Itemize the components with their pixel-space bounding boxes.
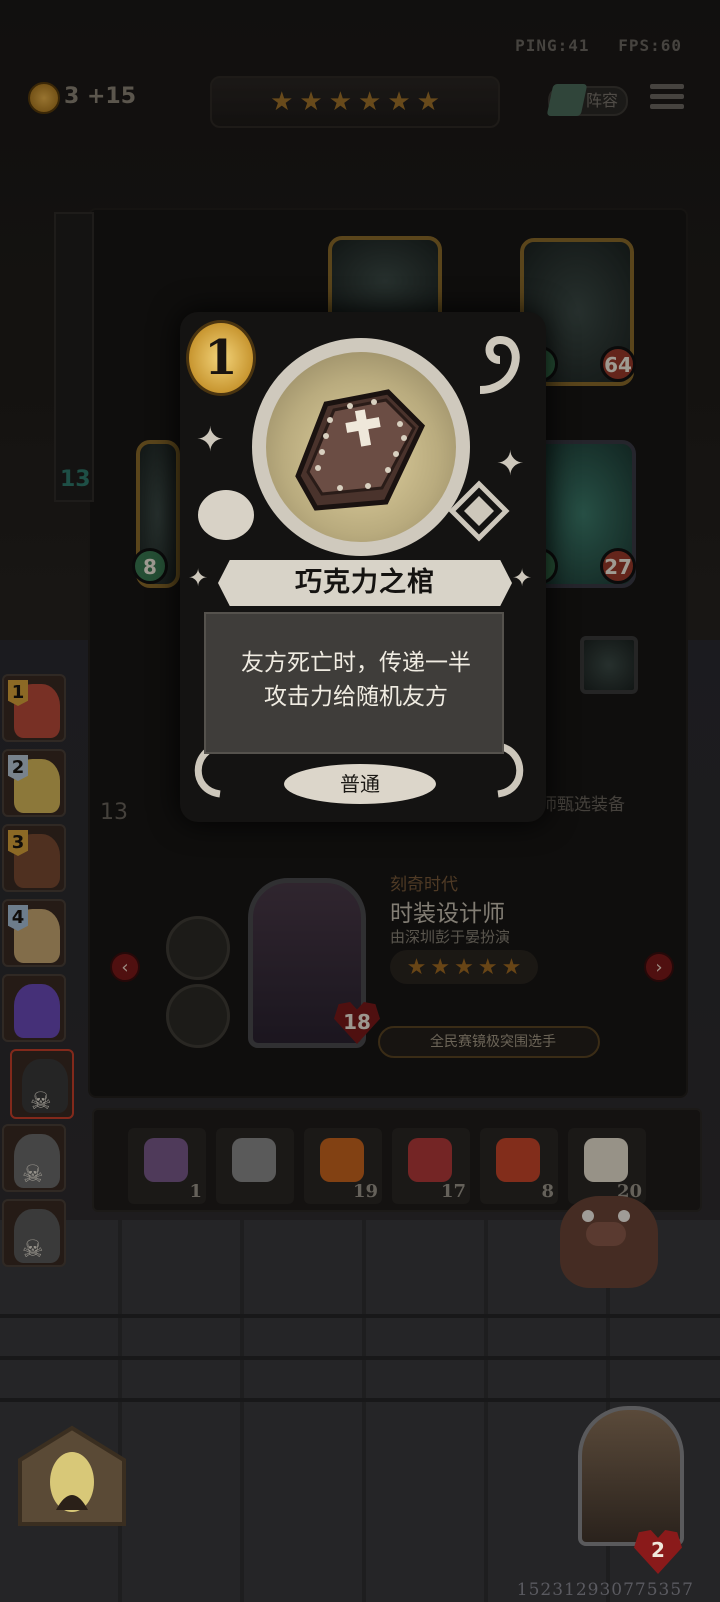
sparkle-icon: ✦ [196,420,225,460]
trinket-description: 友方死亡时，传递一半 攻击力给随机友方 [206,646,506,714]
description-line-2: 攻击力给随机友方 [264,684,448,710]
coffin-icon [295,389,426,511]
banner-star-right-icon: ✦ [512,564,533,592]
description-line-1: 友方死亡时，传递一半 [241,650,471,676]
tier-badge: 1 [186,320,256,396]
swirl-deco-icon [479,335,520,394]
player-hero-portrait[interactable] [578,1406,684,1546]
rarity-label: 普通 [284,764,436,804]
cloud-deco-icon [198,490,254,540]
trinket-title: 巧克力之棺 [295,567,435,598]
banner-star-left-icon: ✦ [188,564,209,592]
sparkle-icon-right: ✦ [496,444,525,484]
trinket-title-banner: 巧克力之棺 [200,556,530,610]
player-uid: 1523129307753​57 [516,1580,694,1600]
tavern-house-icon[interactable] [6,1420,138,1530]
trinket-description-box: 友方死亡时，传递一半 攻击力给随机友方 [204,612,504,754]
